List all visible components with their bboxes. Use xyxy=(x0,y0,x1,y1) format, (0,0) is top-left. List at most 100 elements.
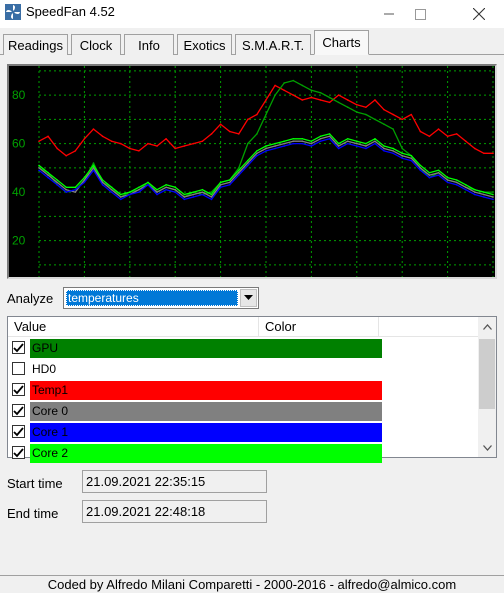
data-point xyxy=(383,145,385,147)
data-point xyxy=(274,94,276,96)
data-point xyxy=(428,174,431,176)
data-point xyxy=(474,193,476,196)
data-point xyxy=(446,179,449,181)
list-item[interactable]: HD0 xyxy=(8,359,478,380)
data-point xyxy=(92,162,95,164)
chevron-down-icon xyxy=(482,444,492,451)
data-point xyxy=(455,184,458,186)
data-point xyxy=(101,179,104,181)
data-point xyxy=(274,142,276,145)
data-point xyxy=(92,169,95,172)
sensor-checkbox[interactable] xyxy=(12,446,25,459)
sensor-checkbox[interactable] xyxy=(12,341,25,354)
data-point xyxy=(365,147,367,150)
data-point xyxy=(119,193,122,196)
data-point xyxy=(319,99,322,101)
data-point xyxy=(301,84,304,87)
dropdown-button[interactable] xyxy=(240,289,257,307)
data-point xyxy=(237,169,240,172)
data-point xyxy=(283,82,285,84)
data-point xyxy=(147,181,149,184)
data-point xyxy=(283,142,285,145)
maximize-button[interactable] xyxy=(397,0,443,28)
list-item[interactable]: GPU xyxy=(8,338,478,359)
data-point xyxy=(174,147,176,150)
list-item[interactable]: Temp1 xyxy=(8,380,478,401)
list-scrollbar[interactable] xyxy=(478,317,496,457)
data-point xyxy=(419,130,422,133)
column-header-value[interactable]: Value xyxy=(8,317,259,337)
y-tick-label: 20 xyxy=(12,234,26,248)
data-point xyxy=(201,188,204,191)
color-swatch[interactable] xyxy=(30,444,382,463)
data-point xyxy=(419,164,422,167)
color-swatch[interactable] xyxy=(30,423,382,442)
checkmark-icon xyxy=(13,384,24,394)
data-point xyxy=(383,123,385,126)
data-point xyxy=(446,176,449,179)
color-swatch[interactable] xyxy=(30,360,382,379)
data-point xyxy=(129,193,131,196)
credits-text: Coded by Alfredo Milani Comparetti - 200… xyxy=(47,577,457,592)
temperature-chart: 80 60 40 20 xyxy=(9,66,495,277)
column-header-color[interactable]: Color xyxy=(259,317,379,337)
analyze-dropdown[interactable]: temperatures xyxy=(63,287,259,309)
data-point xyxy=(283,89,285,92)
data-point xyxy=(437,128,440,130)
data-point xyxy=(365,106,367,109)
tab-clock[interactable]: Clock xyxy=(71,34,121,55)
tab-info[interactable]: Info xyxy=(124,34,174,55)
data-point xyxy=(492,191,494,193)
data-point xyxy=(201,191,204,193)
data-point xyxy=(247,162,249,164)
list-item[interactable]: Core 1 xyxy=(8,422,478,443)
data-point xyxy=(356,111,358,113)
data-point xyxy=(256,154,258,157)
data-point xyxy=(365,142,367,145)
close-button[interactable] xyxy=(456,0,502,28)
sensor-checkbox[interactable] xyxy=(12,425,25,438)
sensor-checkbox[interactable] xyxy=(12,404,25,417)
data-point xyxy=(110,140,113,142)
data-point xyxy=(492,152,494,155)
data-point xyxy=(210,193,213,196)
color-swatch[interactable] xyxy=(30,402,382,421)
color-swatch[interactable] xyxy=(30,339,382,358)
data-point xyxy=(383,147,385,150)
data-point xyxy=(410,154,413,157)
data-point xyxy=(138,191,140,193)
scroll-thumb[interactable] xyxy=(479,339,495,409)
tab-charts[interactable]: Charts xyxy=(314,30,369,55)
sensor-name: GPU xyxy=(32,341,59,355)
list-item[interactable]: Core 0 xyxy=(8,401,478,422)
sensor-checkbox[interactable] xyxy=(12,383,25,396)
data-point xyxy=(419,169,422,172)
tab-exotics[interactable]: Exotics xyxy=(177,34,232,55)
sensor-name: HD0 xyxy=(32,362,57,376)
data-point xyxy=(47,176,49,179)
data-point xyxy=(283,145,285,147)
scroll-up-button[interactable] xyxy=(478,318,496,335)
sensor-checkbox[interactable] xyxy=(12,362,25,375)
data-point xyxy=(210,196,213,198)
data-point xyxy=(428,176,431,179)
data-point xyxy=(446,135,449,138)
data-point xyxy=(219,184,222,186)
data-point xyxy=(374,142,376,145)
tab-readings[interactable]: Readings xyxy=(3,34,68,55)
color-swatch[interactable] xyxy=(30,381,382,400)
data-point xyxy=(292,94,295,96)
data-point xyxy=(38,164,40,167)
data-point xyxy=(356,142,358,145)
scroll-down-button[interactable] xyxy=(478,439,496,456)
sensor-list[interactable]: Value Color GPU HD0 Temp1 Core 0 Core 1 Core … xyxy=(7,316,497,463)
data-point xyxy=(383,108,385,111)
data-point xyxy=(328,137,331,140)
data-point xyxy=(328,133,331,135)
data-point xyxy=(92,164,95,167)
tab-smart[interactable]: S.M.A.R.T. xyxy=(235,34,311,55)
data-point xyxy=(283,140,285,142)
list-item[interactable]: Core 2 xyxy=(8,443,478,464)
data-point xyxy=(401,157,404,159)
data-point xyxy=(410,157,413,159)
